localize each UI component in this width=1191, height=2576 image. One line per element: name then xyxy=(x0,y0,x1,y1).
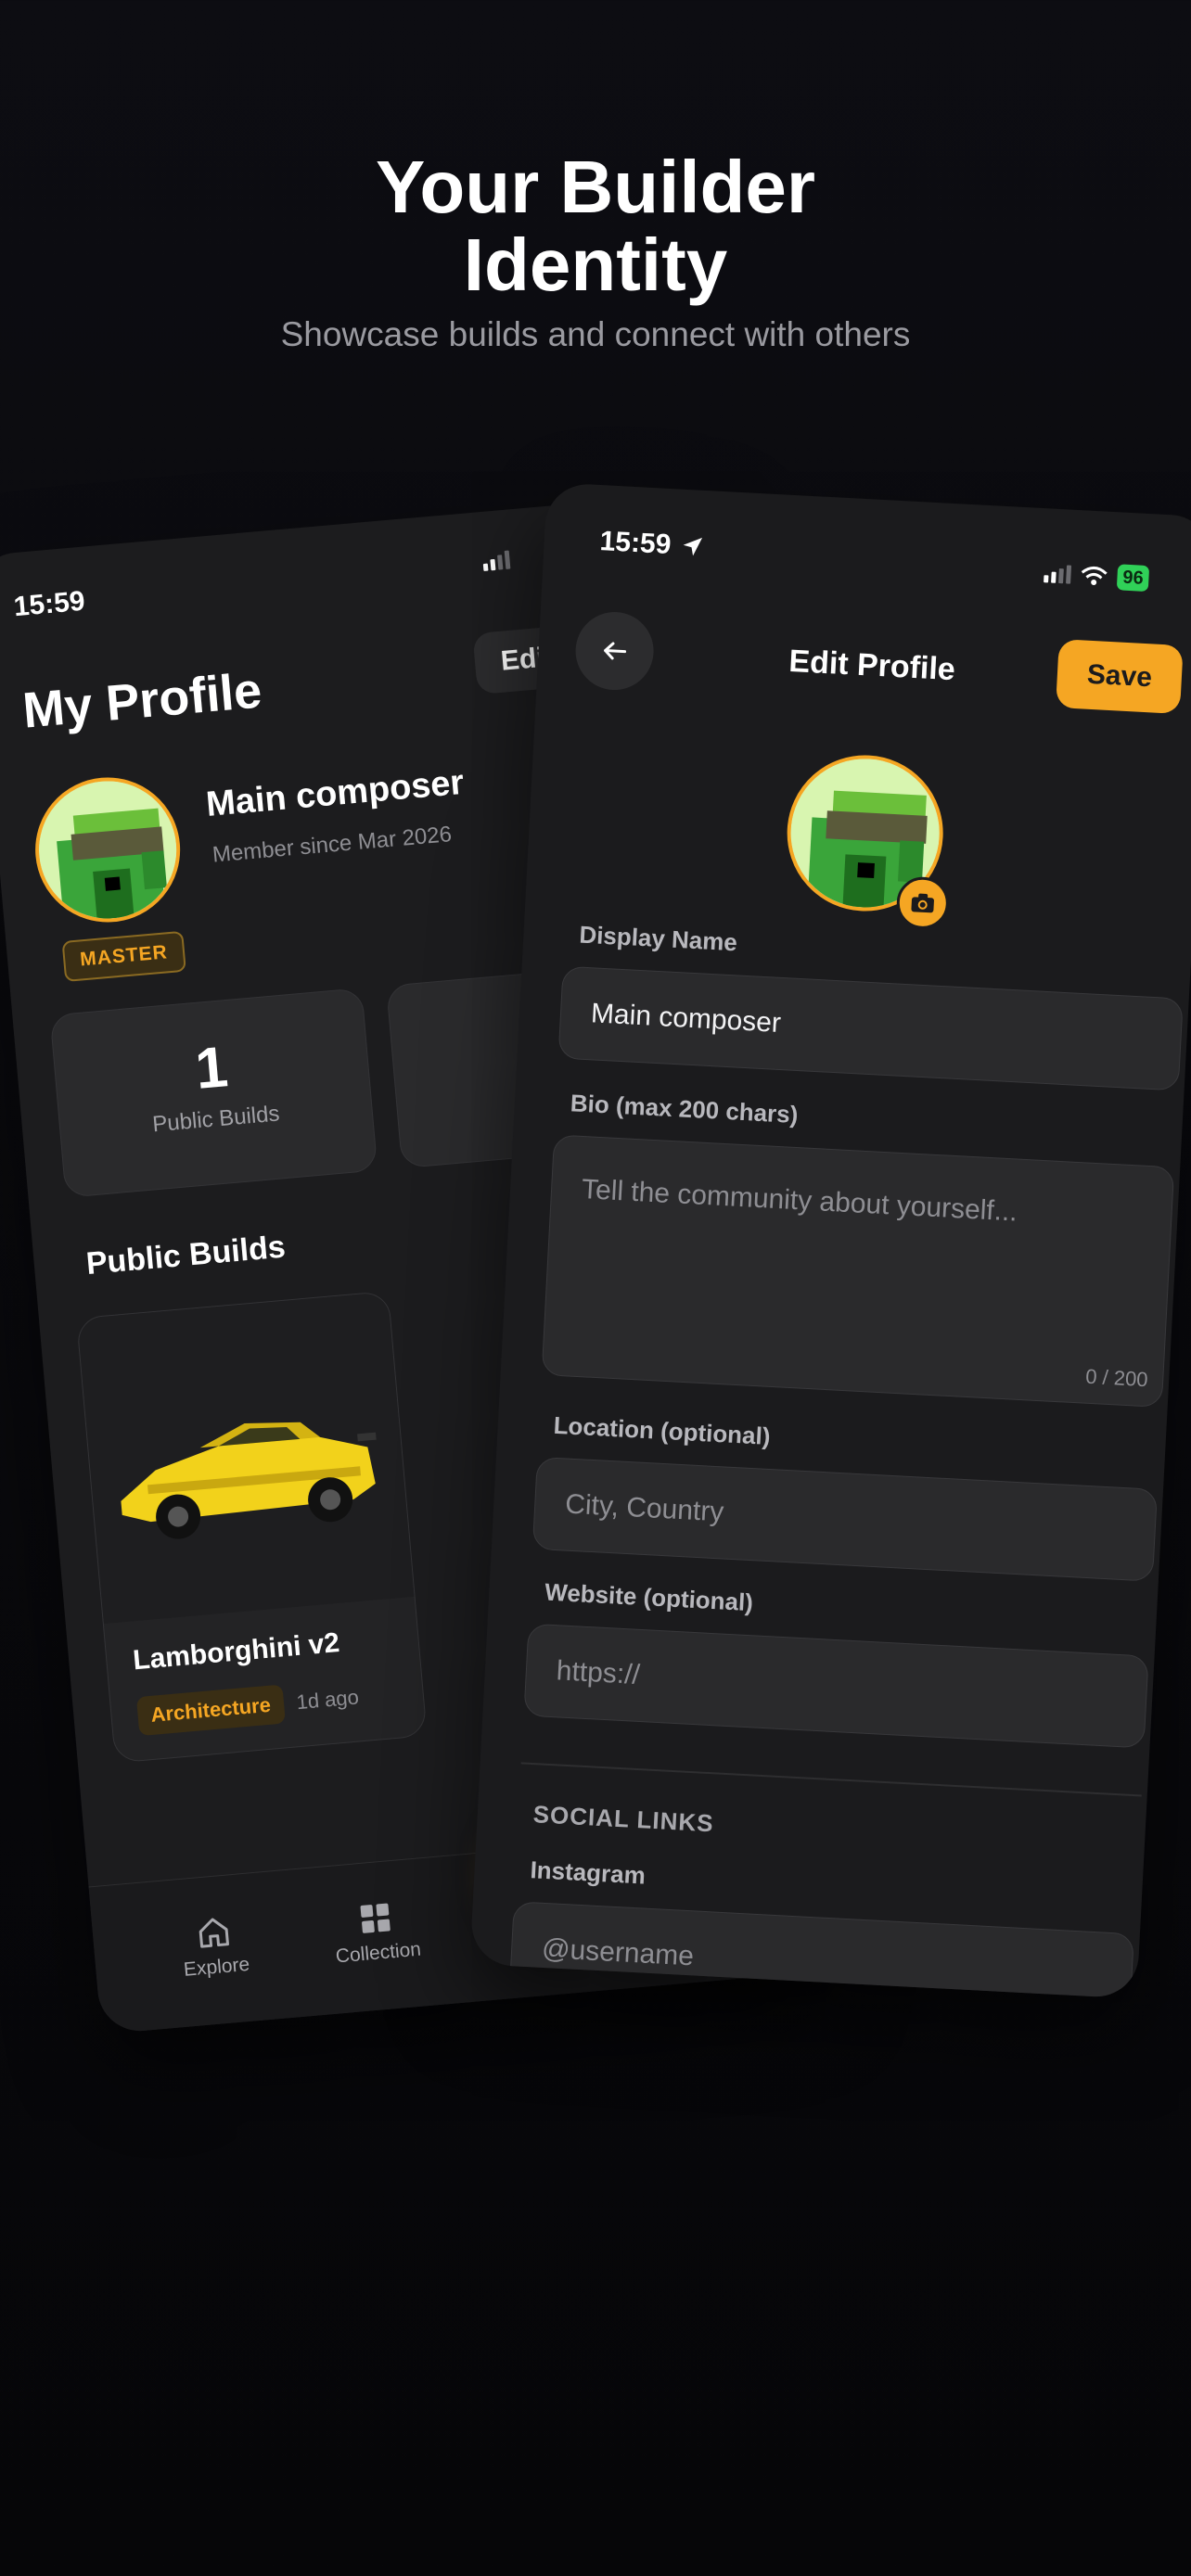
bio-textarea[interactable]: Tell the community about yourself... xyxy=(541,1134,1175,1409)
wifi-icon xyxy=(1081,567,1108,585)
website-input[interactable]: https:// xyxy=(523,1623,1149,1749)
save-button[interactable]: Save xyxy=(1056,639,1184,715)
status-icons xyxy=(482,550,511,571)
hero-subtitle: Showcase builds and connect with others xyxy=(280,315,911,353)
user-name: Main composer xyxy=(204,762,466,824)
section-title: Public Builds xyxy=(84,1229,288,1282)
rank-badge: MASTER xyxy=(61,930,186,982)
tab-explore-label: Explore xyxy=(183,1953,251,1981)
instagram-label: Instagram xyxy=(529,1855,647,1890)
tab-collection[interactable]: Collection xyxy=(304,1894,449,1970)
build-age: 1d ago xyxy=(295,1685,360,1715)
location-input[interactable]: City, Country xyxy=(531,1456,1159,1582)
status-time: 15:59 xyxy=(12,585,86,623)
location-label: Location (optional) xyxy=(553,1410,772,1450)
category-tag: Architecture xyxy=(135,1684,286,1737)
bio-placeholder: Tell the community about yourself... xyxy=(581,1174,1018,1228)
build-card[interactable]: Lamborghini v2 Architecture 1d ago xyxy=(76,1290,428,1764)
battery-indicator: 96 xyxy=(1116,564,1150,593)
grid-icon xyxy=(360,1903,391,1933)
status-time: 15:59 xyxy=(598,526,672,561)
home-icon xyxy=(198,1918,229,1948)
cellular-icon xyxy=(1044,564,1072,584)
location-arrow-icon xyxy=(683,537,702,556)
tab-explore[interactable]: Explore xyxy=(157,1909,274,1983)
display-name-input[interactable]: Main composer xyxy=(557,965,1184,1091)
tab-collection-label: Collection xyxy=(334,1938,422,1968)
avatar-image xyxy=(32,775,183,925)
status-icons: 96 xyxy=(1044,560,1150,593)
status-bar-left: 15:59 xyxy=(599,526,705,563)
cellular-icon xyxy=(482,550,511,571)
bio-label: Bio (max 200 chars) xyxy=(570,1089,800,1129)
divider xyxy=(520,1762,1142,1797)
build-thumbnail xyxy=(77,1291,415,1625)
stat-card-public-builds: 1 Public Builds xyxy=(49,988,378,1198)
bio-char-counter: 0 / 200 xyxy=(1084,1364,1149,1392)
member-since: Member since Mar 2026 xyxy=(211,822,454,868)
page-title: My Profile xyxy=(20,662,264,739)
hero-title-line1: Your Builder xyxy=(375,146,816,228)
hero-title: Your Builder Identity xyxy=(0,148,1191,304)
website-label: Website (optional) xyxy=(544,1577,754,1617)
edit-profile-screen: 15:59 96 Edit Profile Save Display Name … xyxy=(469,482,1191,1999)
hero-title-line2: Identity xyxy=(463,223,728,306)
social-links-header: SOCIAL LINKS xyxy=(532,1800,715,1838)
display-name-label: Display Name xyxy=(578,920,738,957)
build-name: Lamborghini v2 xyxy=(132,1627,341,1677)
camera-icon xyxy=(911,893,934,913)
change-photo-button[interactable] xyxy=(895,875,951,931)
avatar[interactable] xyxy=(29,771,186,928)
car-image xyxy=(121,1422,377,1539)
